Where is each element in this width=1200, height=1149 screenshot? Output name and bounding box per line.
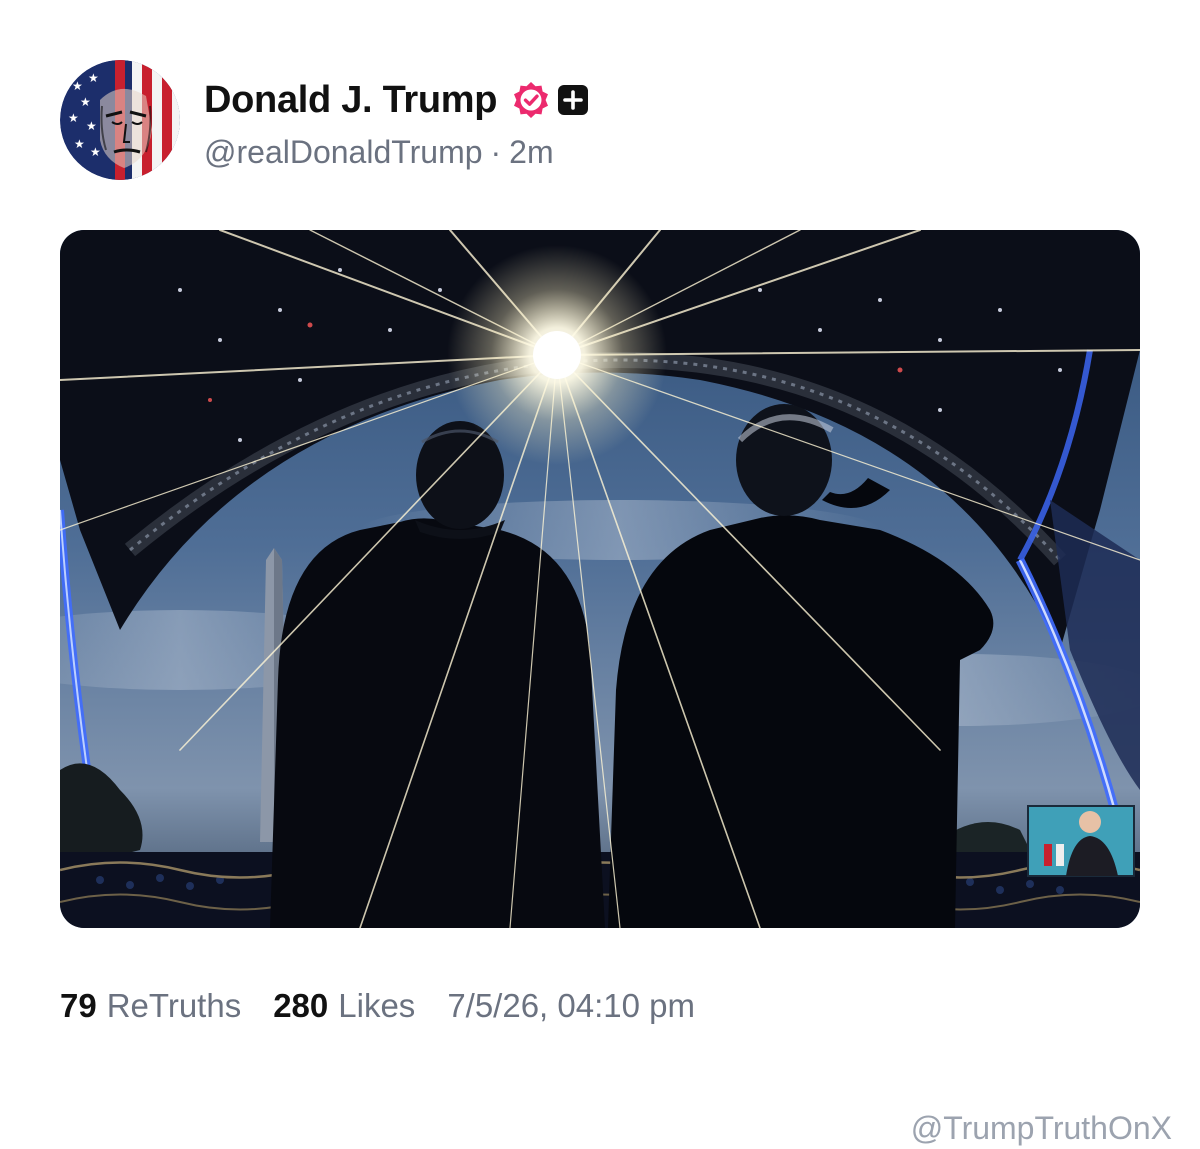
svg-text:★: ★ (86, 119, 97, 133)
svg-text:★: ★ (68, 111, 79, 125)
svg-text:★: ★ (80, 95, 91, 109)
retruths-count: 79 (60, 987, 97, 1024)
likes-label: Likes (338, 987, 416, 1024)
post-media-image[interactable] (60, 230, 1140, 928)
retruths-label: ReTruths (106, 987, 242, 1024)
plus-badge-icon (558, 85, 589, 115)
post-timestamp: 7/5/26, 04:10 pm (447, 987, 695, 1024)
verified-badge-icon (514, 82, 549, 118)
retruths-stat[interactable]: 79 ReTruths (60, 987, 241, 1025)
stage-photo (60, 230, 1140, 928)
post-time-ago[interactable]: 2m (509, 134, 553, 170)
handle-separator: · (490, 134, 502, 170)
truth-post: ★ ★ ★ ★ ★ ★ ★ Donald J. Trump @realDonal… (0, 0, 1200, 1149)
author-handle-row: @realDonaldTrump · 2m (204, 134, 554, 171)
svg-text:★: ★ (88, 71, 99, 85)
svg-text:★: ★ (72, 79, 83, 93)
likes-stat[interactable]: 280 Likes (273, 987, 415, 1025)
likes-count: 280 (273, 987, 329, 1024)
author-display-name[interactable]: Donald J. Trump (204, 79, 498, 122)
svg-text:★: ★ (74, 137, 85, 151)
avatar-flag-portrait-icon: ★ ★ ★ ★ ★ ★ ★ (60, 60, 180, 180)
svg-text:★: ★ (90, 145, 101, 159)
author-name-row: Donald J. Trump (204, 76, 589, 124)
post-stats: 79 ReTruths 280 Likes 7/5/26, 04:10 pm (60, 984, 695, 1028)
avatar[interactable]: ★ ★ ★ ★ ★ ★ ★ (60, 60, 180, 180)
watermark-text: @TrumpTruthOnX (910, 1110, 1172, 1146)
author-handle[interactable]: @realDonaldTrump (204, 134, 483, 170)
